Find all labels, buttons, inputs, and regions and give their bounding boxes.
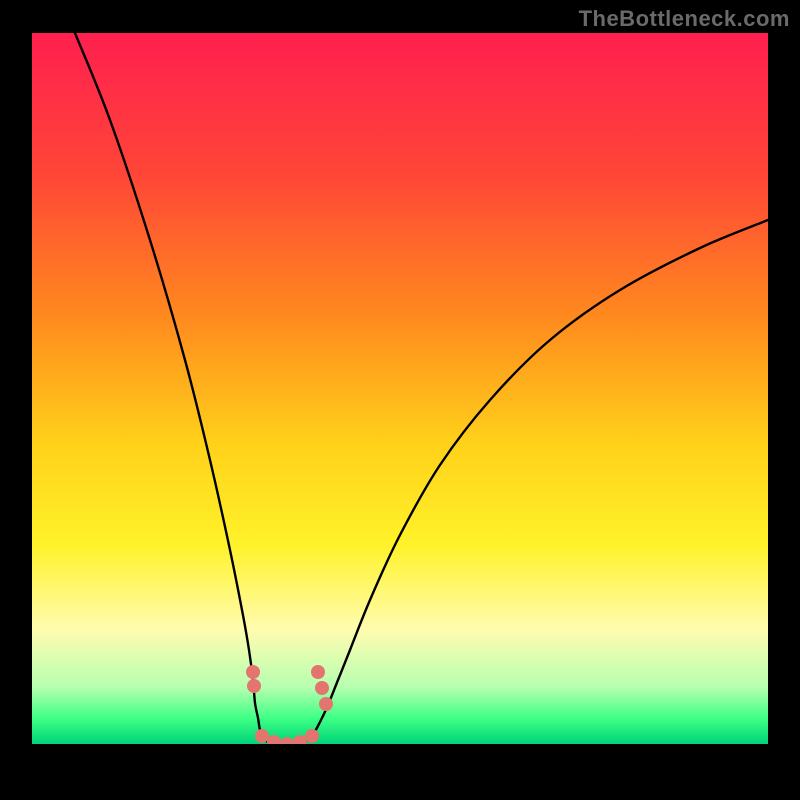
curve-marker xyxy=(305,729,319,743)
curve-marker xyxy=(267,735,281,749)
curve-marker xyxy=(315,681,329,695)
curve-marker xyxy=(246,665,260,679)
curve-marker xyxy=(280,737,294,751)
curve-marker xyxy=(247,679,261,693)
curve-marker xyxy=(255,729,269,743)
chart-frame: TheBottleneck.com xyxy=(0,0,800,800)
curve-marker xyxy=(311,665,325,679)
plot-background xyxy=(32,33,768,744)
curve-marker xyxy=(293,735,307,749)
curve-marker xyxy=(319,697,333,711)
bottleneck-chart xyxy=(0,0,800,800)
